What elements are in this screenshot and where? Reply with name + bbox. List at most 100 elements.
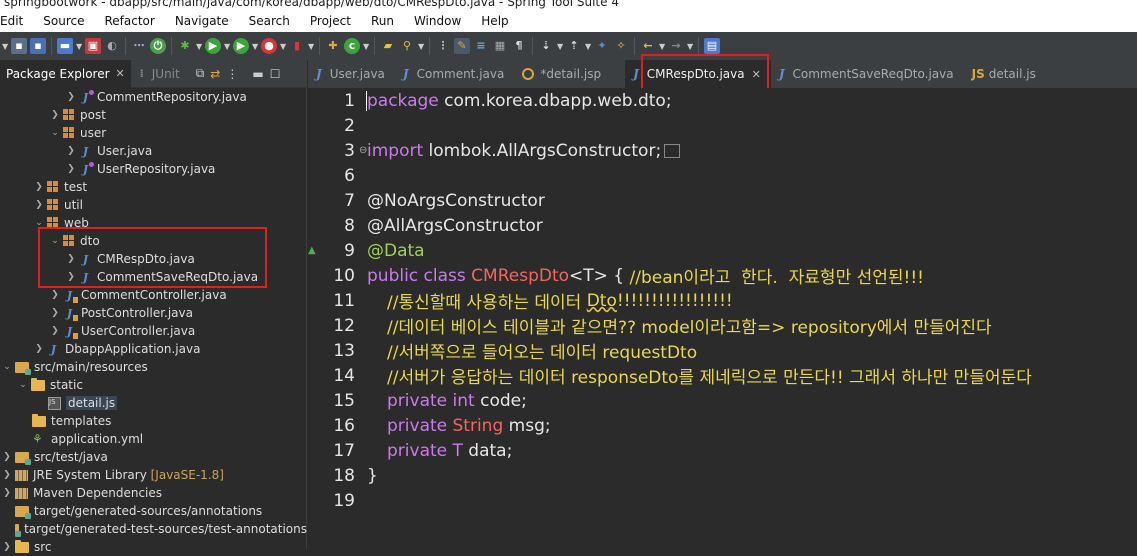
dropdown-icon[interactable]: ▼ [585,42,591,51]
word-wrap-icon[interactable]: ≡ [473,38,489,54]
block-selection-icon[interactable]: ▦ [492,38,508,54]
chevron-right-icon[interactable]: ❯ [66,272,76,282]
tree-item[interactable]: target/generated-sources/annotations [0,502,307,520]
tree-item[interactable]: ⌄ dto [0,232,307,250]
tab-detail-jsp[interactable]: *detail.jsp [514,60,611,88]
forward-icon[interactable]: → [668,38,684,54]
tree-item[interactable]: templates [0,412,307,430]
chevron-right-icon[interactable]: ❯ [50,308,60,318]
code-editor[interactable]: 1 package com.korea.dbapp.web.dto; 2 3 ⊖ im… [308,88,1137,549]
dropdown-icon[interactable]: ▼ [280,42,286,51]
tree-item[interactable]: ❯ src/test/java [0,448,307,466]
tree-item[interactable]: ❯ J CommentController.java [0,286,307,304]
dropdown-icon[interactable]: ▼ [418,42,424,51]
tree-item[interactable]: ⌄ src/main/resources [0,358,307,376]
chevron-down-icon[interactable]: ⌄ [50,128,60,138]
chevron-right-icon[interactable]: ❯ [50,290,60,300]
tree-item[interactable]: ❯ J CMRespDto.java [0,250,307,268]
tree-item[interactable]: ❯ J UserRepository.java [0,160,307,178]
tree-item[interactable]: ⌄ web [0,214,307,232]
link-editor-icon[interactable]: ⇄ [210,67,220,81]
chevron-down-icon[interactable]: ⌄ [18,380,28,390]
spring-icon[interactable]: ⏻ [150,38,166,54]
new-class-icon[interactable]: c [344,38,360,54]
chevron-right-icon[interactable]: ❯ [2,488,12,498]
maximize-icon[interactable]: ☐ [270,67,281,81]
save-all-icon[interactable]: ▪ [30,38,46,54]
menu-run[interactable]: Run [361,14,404,28]
run-icon[interactable]: ▶ [205,38,221,54]
debug-icon[interactable]: ✱ [177,38,193,54]
close-icon[interactable]: ✕ [116,67,125,80]
tree-item[interactable]: ❯ J User.java [0,142,307,160]
chevron-right-icon[interactable]: ❯ [34,344,44,354]
close-icon[interactable]: ✕ [752,68,761,81]
chevron-right-icon[interactable]: ❯ [66,92,76,102]
run-external-icon[interactable]: ▶ [233,38,249,54]
stop-icon[interactable]: ● [261,38,277,54]
menu-source[interactable]: Source [33,14,94,28]
chevron-down-icon[interactable]: ⌄ [34,218,44,228]
tree-item[interactable]: detail.js [0,394,307,412]
tree-item[interactable]: ❯ test [0,178,307,196]
dropdown-icon[interactable]: ▼ [557,42,563,51]
chevron-right-icon[interactable]: ❯ [2,470,12,480]
folded-code-icon[interactable] [664,143,681,158]
menu-search[interactable]: Search [239,14,300,28]
dropdown-icon[interactable]: ▼ [687,42,693,51]
menu-window[interactable]: Window [404,14,471,28]
tree-item[interactable]: ❯ J CommentRepository.java [0,88,307,106]
dropdown-icon[interactable]: ▼ [659,42,665,51]
tree-item[interactable]: ❯ src [0,538,307,556]
chevron-right-icon[interactable]: ❯ [2,452,12,462]
tab-detail-js[interactable]: JS detail.js [964,60,1046,88]
view-menu-icon[interactable]: ⋮ [226,67,238,81]
dropdown-icon[interactable]: ▼ [76,42,82,51]
chevron-right-icon[interactable]: ❯ [50,110,60,120]
dropdown-icon[interactable]: ▼ [308,42,314,51]
dropdown-icon[interactable]: ▼ [224,42,230,51]
tree-item[interactable]: ❯ J DbappApplication.java [0,340,307,358]
debug-step-icon[interactable]: ⋯ [131,38,147,54]
tree-item[interactable]: ❯ J PostController.java [0,304,307,322]
prev-annotation-icon[interactable]: ⇡ [566,38,582,54]
save-icon[interactable]: ▪ [11,38,27,54]
new-java-project-icon[interactable]: ✚ [325,38,341,54]
tree-item[interactable]: ❯ J CommentSaveReqDto.java [0,268,307,286]
dropdown-icon[interactable]: ▼ [363,42,369,51]
dropdown-icon[interactable]: ▼ [196,42,202,51]
tab-cmrespdto-java[interactable]: J CMRespDto.java ✕ [625,60,771,88]
perspective-icon[interactable]: ▤ [704,38,720,54]
chevron-right-icon[interactable]: ❯ [34,200,44,210]
menu-refactor[interactable]: Refactor [94,14,164,28]
chevron-down-icon[interactable]: ⌄ [2,362,12,372]
tree-item[interactable]: ❯ util [0,196,307,214]
minimize-icon[interactable]: ▬ [252,67,263,81]
tree-item[interactable]: ❯ post [0,106,307,124]
chevron-right-icon[interactable]: ❯ [66,254,76,264]
menu-project[interactable]: Project [300,14,361,28]
tree-item[interactable]: ❯ JRE System Library [JavaSE-1.8] [0,466,307,484]
tree-item[interactable]: ⌄ static [0,376,307,394]
show-whitespace-icon[interactable]: ¶ [511,38,527,54]
pin-icon[interactable]: ✧ [613,38,629,54]
tree-item[interactable]: target/generated-test-sources/test-annot… [0,520,307,538]
boot-dashboard-icon[interactable]: ▣ [85,38,101,54]
menu-help[interactable]: Help [471,14,518,28]
last-edit-icon[interactable]: ✦ [594,38,610,54]
chevron-right-icon[interactable]: ❯ [34,182,44,192]
dropdown-icon[interactable]: ▼ [2,42,8,51]
next-annotation-icon[interactable]: ⇣ [538,38,554,54]
toggle-mark-icon[interactable]: ⋮ [435,38,451,54]
open-type-icon[interactable]: ▰ [380,38,396,54]
tree-item[interactable]: ❯ Maven Dependencies [0,484,307,502]
chevron-right-icon[interactable]: ❯ [2,542,12,552]
tab-user-java[interactable]: J User.java [308,60,395,88]
tree-item[interactable]: ⌄ user [0,124,307,142]
menu-navigate[interactable]: Navigate [165,14,239,28]
tab-comment-java[interactable]: J Comment.java [395,60,514,88]
search-icon[interactable]: ⚲ [399,38,415,54]
fold-icon[interactable]: ⊖ [359,145,367,156]
collapse-all-icon[interactable]: ⧉ [196,66,205,81]
chevron-right-icon[interactable]: ❯ [66,146,76,156]
